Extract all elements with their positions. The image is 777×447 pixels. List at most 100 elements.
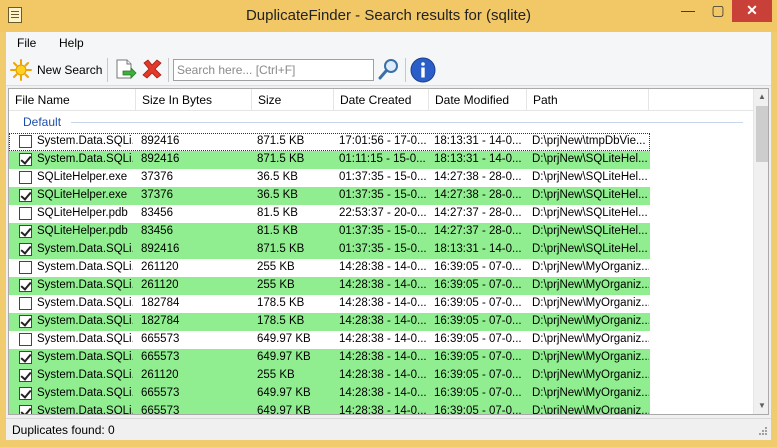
table-row[interactable]: SQLiteHelper.exe 37376 36.5 KB 01:37:35 - 1… bbox=[9, 169, 650, 187]
row-checkbox[interactable] bbox=[19, 387, 32, 400]
row-checkbox[interactable] bbox=[19, 153, 32, 166]
scroll-thumb[interactable] bbox=[756, 106, 768, 162]
size-cell: 871.5 KB bbox=[257, 153, 305, 165]
column-header-file-name[interactable]: File Name bbox=[9, 89, 136, 111]
window-title: DuplicateFinder - Search results for (sq… bbox=[245, 7, 532, 24]
row-checkbox[interactable] bbox=[19, 297, 32, 310]
table-row[interactable]: System.Data.SQLi... 892416 871.5 KB 01:11:1… bbox=[9, 151, 650, 169]
menu-file[interactable]: File bbox=[17, 36, 36, 50]
date-modified-cell: 16:39:05 - 07-0... bbox=[434, 387, 522, 399]
date-created-cell: 14:28:38 - 14-0... bbox=[339, 315, 427, 327]
app-window: DuplicateFinder - Search results for (sq… bbox=[0, 0, 777, 447]
search-input[interactable] bbox=[173, 59, 374, 81]
table-row[interactable]: System.Data.SQLi... 182784 178.5 KB 14:28:3… bbox=[9, 295, 650, 313]
resize-grip-icon[interactable] bbox=[756, 426, 768, 438]
table-row[interactable]: System.Data.SQLi... 261120 255 KB 14:28:38 … bbox=[9, 277, 650, 295]
status-bar: Duplicates found: 0 bbox=[6, 418, 771, 440]
date-modified-cell: 18:13:31 - 14-0... bbox=[434, 153, 522, 165]
date-modified-cell: 16:39:05 - 07-0... bbox=[434, 405, 522, 415]
row-checkbox[interactable] bbox=[19, 189, 32, 202]
size-bytes-cell: 83456 bbox=[141, 225, 173, 237]
size-bytes-cell: 665573 bbox=[141, 405, 180, 415]
path-cell: D:\prjNew\SQLiteHel... bbox=[532, 189, 648, 201]
minimize-button[interactable]: — bbox=[674, 0, 702, 22]
delete-icon[interactable] bbox=[140, 57, 164, 81]
title-bar[interactable]: DuplicateFinder - Search results for (sq… bbox=[0, 0, 777, 32]
table-row[interactable]: SQLiteHelper.pdb 83456 81.5 KB 22:53:37 - 2… bbox=[9, 205, 650, 223]
row-checkbox[interactable] bbox=[19, 135, 32, 148]
row-checkbox[interactable] bbox=[19, 333, 32, 346]
results-list[interactable]: File Name Size In Bytes Size Date Create… bbox=[8, 88, 769, 415]
row-checkbox[interactable] bbox=[19, 315, 32, 328]
table-row[interactable]: System.Data.SQLi... 892416 871.5 KB 01:37:3… bbox=[9, 241, 650, 259]
group-divider bbox=[71, 122, 743, 123]
row-checkbox[interactable] bbox=[19, 261, 32, 274]
file-name-cell: System.Data.SQLi... bbox=[37, 297, 133, 309]
new-search-button[interactable]: New Search bbox=[8, 56, 104, 84]
table-row[interactable]: System.Data.SQLi... 892416 871.5 KB 17:01:5… bbox=[9, 133, 650, 151]
sun-icon bbox=[10, 59, 32, 81]
export-icon[interactable] bbox=[113, 57, 137, 81]
path-cell: D:\prjNew\SQLiteHel... bbox=[532, 225, 648, 237]
table-row[interactable]: System.Data.SQLi... 665573 649.97 KB 14:28:… bbox=[9, 349, 650, 367]
table-row[interactable]: System.Data.SQLi... 182784 178.5 KB 14:28:3… bbox=[9, 313, 650, 331]
column-header-date-modified[interactable]: Date Modified bbox=[429, 89, 527, 111]
magnifier-icon[interactable] bbox=[377, 57, 401, 81]
row-checkbox[interactable] bbox=[19, 279, 32, 292]
vertical-scrollbar[interactable]: ▲ ▼ bbox=[753, 89, 768, 414]
column-header-path[interactable]: Path bbox=[527, 89, 649, 111]
file-name-cell: SQLiteHelper.pdb bbox=[37, 225, 128, 237]
file-name-cell: SQLiteHelper.exe bbox=[37, 189, 128, 201]
table-row[interactable]: SQLiteHelper.pdb 83456 81.5 KB 01:37:35 - 1… bbox=[9, 223, 650, 241]
file-name-cell: System.Data.SQLi... bbox=[37, 405, 133, 415]
path-cell: D:\prjNew\SQLiteHel... bbox=[532, 171, 648, 183]
date-modified-cell: 16:39:05 - 07-0... bbox=[434, 279, 522, 291]
table-row[interactable]: System.Data.SQLi... 261120 255 KB 14:28:38 … bbox=[9, 367, 650, 385]
row-checkbox[interactable] bbox=[19, 225, 32, 238]
column-header-size[interactable]: Size bbox=[252, 89, 334, 111]
date-created-cell: 01:37:35 - 15-0... bbox=[339, 171, 427, 183]
new-search-label: New Search bbox=[37, 63, 103, 77]
date-modified-cell: 14:27:37 - 28-0... bbox=[434, 207, 522, 219]
path-cell: D:\prjNew\SQLiteHel... bbox=[532, 207, 648, 219]
file-name-cell: System.Data.SQLi... bbox=[37, 333, 133, 345]
info-icon[interactable] bbox=[410, 57, 436, 83]
row-checkbox[interactable] bbox=[19, 243, 32, 256]
date-modified-cell: 16:39:05 - 07-0... bbox=[434, 261, 522, 273]
scroll-down-icon[interactable]: ▼ bbox=[754, 398, 768, 414]
column-header-size-in-bytes[interactable]: Size In Bytes bbox=[136, 89, 252, 111]
size-bytes-cell: 261120 bbox=[141, 369, 179, 381]
date-created-cell: 14:28:38 - 14-0... bbox=[339, 369, 427, 381]
size-bytes-cell: 892416 bbox=[141, 153, 180, 165]
toolbar: New Search bbox=[6, 54, 771, 86]
row-checkbox[interactable] bbox=[19, 405, 32, 414]
date-modified-cell: 18:13:31 - 14-0... bbox=[434, 135, 522, 147]
size-bytes-cell: 665573 bbox=[141, 333, 180, 345]
table-row[interactable]: System.Data.SQLi... 665573 649.97 KB 14:28:… bbox=[9, 331, 650, 349]
date-modified-cell: 16:39:05 - 07-0... bbox=[434, 351, 522, 363]
row-checkbox[interactable] bbox=[19, 351, 32, 364]
date-created-cell: 01:37:35 - 15-0... bbox=[339, 189, 427, 201]
menu-help[interactable]: Help bbox=[59, 36, 84, 50]
size-cell: 178.5 KB bbox=[257, 297, 305, 309]
table-row[interactable]: System.Data.SQLi... 665573 649.97 KB 14:28:… bbox=[9, 403, 650, 415]
table-row[interactable]: System.Data.SQLi... 261120 255 KB 14:28:38 … bbox=[9, 259, 650, 277]
table-row[interactable]: System.Data.SQLi... 665573 649.97 KB 14:28:… bbox=[9, 385, 650, 403]
size-cell: 649.97 KB bbox=[257, 405, 311, 415]
maximize-button[interactable]: ▢ bbox=[704, 0, 732, 22]
column-header-date-created[interactable]: Date Created bbox=[334, 89, 429, 111]
size-cell: 36.5 KB bbox=[257, 171, 298, 183]
table-row[interactable]: SQLiteHelper.exe 37376 36.5 KB 01:37:35 - 1… bbox=[9, 187, 650, 205]
group-header[interactable]: Default bbox=[9, 113, 753, 131]
date-modified-cell: 14:27:38 - 28-0... bbox=[434, 189, 522, 201]
close-button[interactable]: ✕ bbox=[732, 0, 772, 22]
size-bytes-cell: 892416 bbox=[141, 243, 180, 255]
scroll-up-icon[interactable]: ▲ bbox=[754, 89, 768, 105]
size-cell: 255 KB bbox=[257, 261, 295, 273]
row-checkbox[interactable] bbox=[19, 207, 32, 220]
date-modified-cell: 16:39:05 - 07-0... bbox=[434, 315, 522, 327]
row-checkbox[interactable] bbox=[19, 171, 32, 184]
row-checkbox[interactable] bbox=[19, 369, 32, 382]
date-modified-cell: 16:39:05 - 07-0... bbox=[434, 333, 522, 345]
size-bytes-cell: 37376 bbox=[141, 189, 173, 201]
